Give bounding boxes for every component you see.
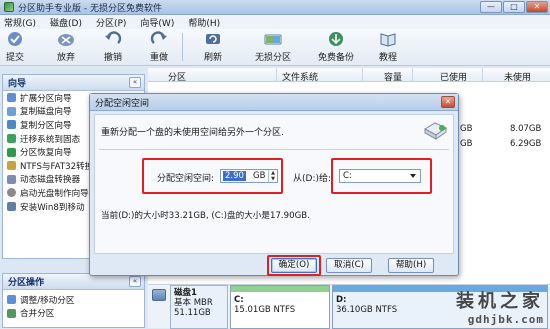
stepper-arrows[interactable]: ▲ ▼ bbox=[268, 170, 277, 182]
chevron-down-icon bbox=[410, 174, 416, 178]
partition-c-label: C: bbox=[234, 295, 244, 305]
recovery-icon bbox=[7, 147, 16, 157]
resize-icon bbox=[7, 295, 16, 305]
dynamic-disk-icon bbox=[7, 174, 16, 184]
maximize-button[interactable]: □ bbox=[503, 1, 525, 13]
alloc-space-label: 分配空闲空间: bbox=[157, 174, 215, 184]
help-button[interactable]: 帮助(H) bbox=[388, 258, 434, 273]
discard-icon bbox=[58, 34, 74, 46]
column-capacity[interactable]: 容量 bbox=[384, 70, 402, 83]
disk-type: 基本 MBR bbox=[174, 298, 213, 308]
partition-block-c[interactable]: C: 15.01GB NTFS bbox=[230, 285, 330, 329]
ok-button[interactable]: 确定(O) bbox=[271, 258, 317, 273]
row-d-capacity: GB bbox=[460, 139, 473, 149]
wizard-panel-header: 向导 « bbox=[3, 75, 144, 91]
row-d-unused: 6.29GB bbox=[510, 139, 542, 149]
refresh-button[interactable]: 刷新 bbox=[204, 31, 222, 64]
discard-button[interactable]: 放弃 bbox=[57, 31, 75, 64]
alloc-space-stepper[interactable]: 2.90 GB ▲ ▼ bbox=[220, 169, 278, 183]
window-controls: — □ ✕ bbox=[480, 1, 548, 13]
backup-icon bbox=[329, 32, 343, 46]
nav-merge-partitions[interactable]: 合并分区 bbox=[3, 307, 144, 321]
column-partition[interactable]: 分区 bbox=[168, 70, 186, 83]
stepper-down-icon[interactable]: ▼ bbox=[269, 176, 277, 182]
menu-help[interactable]: 帮助(H) bbox=[188, 16, 220, 29]
nav-resize-move-partition[interactable]: 调整/移动分区 bbox=[3, 293, 144, 307]
column-used[interactable]: 已使用 bbox=[440, 70, 467, 83]
refresh-icon bbox=[206, 34, 220, 44]
title-bar: 分区助手专业版 - 无损分区免费软件 — □ ✕ bbox=[0, 0, 550, 15]
dialog-title-bar: 分配空闲空间 bbox=[90, 94, 458, 111]
tutorial-button[interactable]: 教程 bbox=[379, 31, 397, 64]
toolbar-separator bbox=[182, 33, 183, 61]
dialog-description: 重新分配一个盘的未使用空间给另外一个分区. bbox=[101, 128, 284, 138]
app-icon bbox=[4, 2, 14, 12]
size-info-text: 当前(D:)的大小时33.21GB, (C:)盘的大小是17.90GB. bbox=[101, 211, 310, 221]
watermark-brand: 装机之家 bbox=[456, 291, 544, 312]
dialog-separator bbox=[99, 149, 449, 150]
column-unused[interactable]: 未使用 bbox=[504, 70, 531, 83]
disk-name: 磁盘1 bbox=[174, 288, 197, 298]
merge-icon bbox=[7, 308, 16, 318]
collapse-ops-button[interactable]: « bbox=[129, 276, 141, 287]
wizard-icon bbox=[7, 93, 16, 103]
partition-c-usage-bar bbox=[231, 286, 329, 292]
toolbar: 提交 放弃 撤销 重做 刷新 无损分区 免费备份 教程 bbox=[0, 29, 550, 66]
collapse-wizard-button[interactable]: « bbox=[129, 77, 141, 88]
dialog-title: 分配空闲空间 bbox=[95, 98, 150, 109]
convert-icon bbox=[7, 161, 16, 171]
menu-partition[interactable]: 分区(P) bbox=[96, 16, 126, 29]
menu-wizard[interactable]: 向导(W) bbox=[140, 16, 174, 29]
from-partition-label: 从(D:)给: bbox=[293, 174, 332, 184]
target-partition-value: C: bbox=[343, 171, 352, 181]
disk-info[interactable]: 磁盘1 基本 MBR 51.11GB bbox=[170, 285, 228, 329]
alloc-space-unit: GB bbox=[253, 171, 266, 181]
row-c-capacity: GB bbox=[460, 124, 473, 134]
undo-button[interactable]: 撤销 bbox=[104, 31, 122, 64]
partition-table-header: 分区 文件系统 容量 已使用 未使用 bbox=[148, 68, 550, 83]
hard-disk-icon bbox=[152, 289, 166, 301]
close-window-button[interactable]: ✕ bbox=[526, 1, 548, 13]
cancel-button[interactable]: 取消(C) bbox=[326, 258, 372, 273]
dialog-close-button[interactable]: ✕ bbox=[441, 96, 455, 108]
partition-icon bbox=[264, 34, 282, 45]
menu-general[interactable]: 常规(G) bbox=[4, 16, 36, 29]
redo-button[interactable]: 重做 bbox=[150, 31, 168, 64]
disk-allocate-icon bbox=[423, 122, 448, 140]
partition-copy-icon bbox=[7, 120, 16, 130]
cd-icon bbox=[7, 188, 16, 198]
partition-c-detail: 15.01GB NTFS bbox=[234, 305, 296, 315]
site-watermark: 装机之家 gdhjbk.com bbox=[456, 287, 544, 326]
row-c-unused: 8.07GB bbox=[510, 124, 542, 134]
menu-bar: 常规(G) 磁盘(D) 分区(P) 向导(W) 帮助(H) bbox=[0, 15, 550, 29]
window-title: 分区助手专业版 - 无损分区免费软件 bbox=[18, 3, 162, 14]
migrate-icon bbox=[7, 134, 16, 144]
lossless-partition-button[interactable]: 无损分区 bbox=[255, 31, 291, 64]
disk-size: 51.11GB bbox=[174, 308, 211, 318]
disk-copy-icon bbox=[7, 106, 16, 116]
watermark-url: gdhjbk.com bbox=[467, 313, 544, 326]
partition-ops-header: 分区操作 « bbox=[3, 274, 144, 290]
submit-button[interactable]: 提交 bbox=[6, 31, 24, 64]
tutorial-icon bbox=[380, 33, 396, 47]
menu-disk[interactable]: 磁盘(D) bbox=[50, 16, 82, 29]
redo-icon bbox=[150, 31, 167, 44]
minimize-button[interactable]: — bbox=[480, 1, 502, 13]
free-backup-button[interactable]: 免费备份 bbox=[318, 31, 354, 64]
undo-icon bbox=[105, 31, 122, 44]
check-icon bbox=[8, 32, 22, 46]
target-partition-select[interactable]: C: bbox=[339, 169, 421, 183]
partition-ops-panel: 分区操作 « 调整/移动分区 合并分区 bbox=[2, 273, 145, 328]
column-filesystem[interactable]: 文件系统 bbox=[282, 70, 318, 83]
usb-icon bbox=[7, 202, 16, 212]
alloc-space-value[interactable]: 2.90 bbox=[223, 171, 246, 181]
dialog-body: 重新分配一个盘的未使用空间给另外一个分区. 分配空闲空间: 2.90 GB ▲ … bbox=[94, 114, 454, 254]
allocate-free-space-dialog: 分配空闲空间 ✕ 重新分配一个盘的未使用空间给另外一个分区. 分配空闲空间: 2… bbox=[89, 93, 459, 276]
